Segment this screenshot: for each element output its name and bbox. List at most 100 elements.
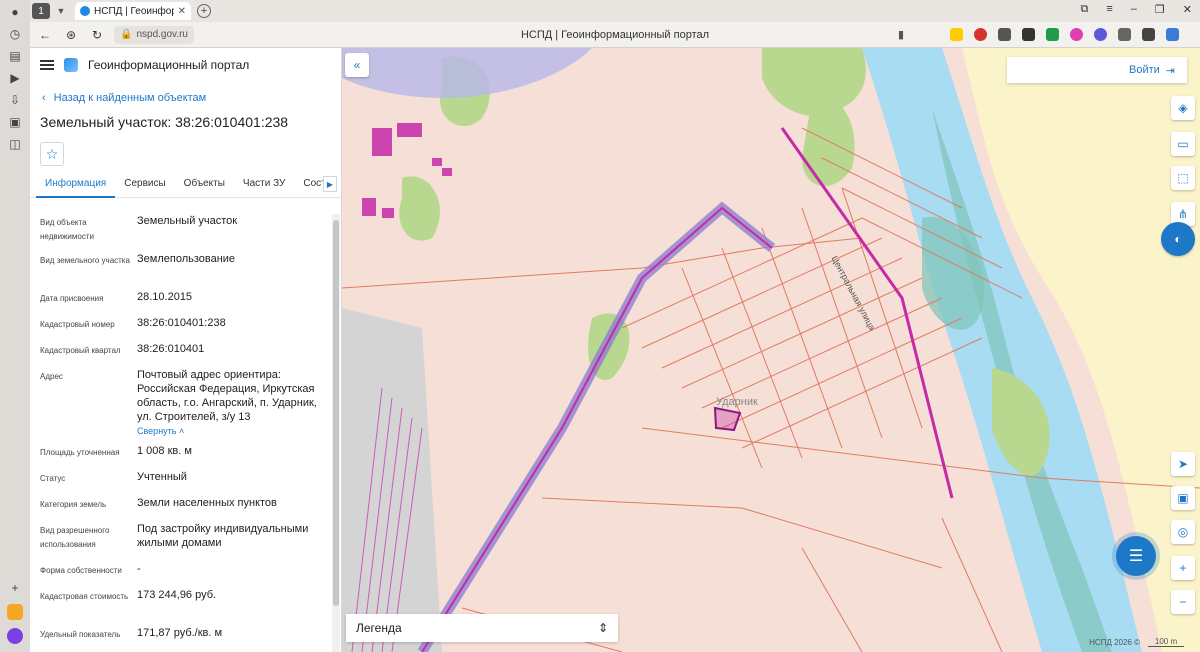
menu-icon[interactable] [40,60,54,70]
collapse-link[interactable]: Свернуть ˄ [137,426,326,436]
tab-actions-icon[interactable]: ⧉ [1081,3,1089,16]
navigation-icon: ➤ [1177,457,1189,471]
property-row: Площадь уточненная 1 008 кв. м [40,445,192,457]
zoom-in-button[interactable]: + [1171,556,1195,580]
video-icon[interactable]: ▶ [7,70,23,86]
property-row: Адрес Почтовый адрес ориентира: Российск… [40,368,326,436]
extension-icon[interactable] [1070,28,1083,41]
tabs-scroll-right-button[interactable]: ▶ [323,176,337,192]
back-to-results-link[interactable]: ‹ Назад к найденным объектам [42,92,341,104]
login-icon: ⇥ [1165,64,1175,77]
legend-label: Легенда [356,621,402,635]
new-tab-button[interactable]: + [197,4,211,18]
assistant-app-icon[interactable] [7,628,23,644]
map-canvas[interactable]: « Войти ⇥ ◈ ▭ ⬚ ⋔ ◐ ➤ ▣ ◎ + − ☰ Ударник … [342,48,1200,652]
close-icon[interactable]: ✕ [178,6,186,17]
layers-icon: ◈ [1178,101,1188,115]
properties-list: Вид объекта недвижимости Земельный участо… [40,214,326,652]
extension-icon[interactable] [1094,28,1107,41]
screen-icon: ▣ [1177,491,1189,505]
extension-icon[interactable] [1118,28,1131,41]
collections-icon[interactable]: ▤ [7,48,23,64]
property-row: Дата присвоения 28.10.2015 [40,291,193,303]
star-icon: ☆ [45,145,59,162]
close-window-icon[interactable]: ✕ [1183,3,1192,16]
extension-icon[interactable] [998,28,1011,41]
panel-tabs: Информация Сервисы Объекты Части ЗУ Сост… [30,176,341,198]
chevron-left-icon: ‹ [42,92,46,104]
tab-services[interactable]: Сервисы [115,176,174,198]
copyright: НСПД 2026 © [1089,638,1140,647]
extension-icon[interactable] [1142,28,1155,41]
ruler-icon: ▭ [1177,137,1189,151]
support-chat-button[interactable]: ☰ [1116,536,1156,576]
extension-icon[interactable] [1046,28,1059,41]
bookmark-icon[interactable]: ▮ [898,28,904,41]
add-icon[interactable]: + [7,580,23,596]
tab-strip: 1 ▼ НСПД | Геоинформаци ✕ + ⧉ ≡ – ❐ ✕ [30,0,1200,22]
downloads-icon[interactable]: ⇩ [7,92,23,108]
media-icon[interactable]: ◫ [7,136,23,152]
share-icon: ⋔ [1177,207,1189,221]
collapse-panel-button[interactable]: « [345,53,369,77]
tab-info[interactable]: Информация [36,176,116,198]
zoom-out-button[interactable]: − [1171,590,1195,614]
menu-icon[interactable]: ≡ [1106,3,1112,16]
property-row: Кадастровая стоимость 173 244,96 руб. [40,589,217,601]
map-layers [342,48,1200,652]
target-icon: ◎ [1177,525,1189,539]
reload-icon[interactable]: ↻ [86,28,108,42]
locate-button[interactable]: ➤ [1171,452,1195,476]
tab-objects[interactable]: Объекты [175,176,234,198]
property-row: Форма собственности - [40,563,141,575]
login-button[interactable]: Войти ⇥ [1007,57,1187,83]
history-icon[interactable]: ◷ [7,26,23,42]
place-label: Ударник [716,396,758,408]
extension-icon[interactable] [1022,28,1035,41]
mail-app-icon[interactable] [7,604,23,620]
portal-logo [64,58,78,72]
screenshot-icon[interactable]: ▣ [7,114,23,130]
url-field[interactable]: 🔒 nspd.gov.ru [114,25,194,44]
object-panel: Геоинформационный портал ‹ Назад к найде… [30,48,342,652]
back-icon[interactable]: ← [34,28,56,42]
favorite-button[interactable]: ☆ [40,142,64,166]
object-title: Земельный участок: 38:26:010401:238 [40,114,289,130]
property-row: Категория земель Земли населенных пунктов [40,497,277,509]
property-row: Вид объекта недвижимости Земельный участо… [40,215,238,241]
portal-name: Геоинформационный портал [88,58,250,72]
browser-tab[interactable]: НСПД | Геоинформаци ✕ [75,2,191,20]
plus-icon: + [1179,561,1187,575]
favicon-icon [80,6,90,16]
chevron-down-icon[interactable]: ▼ [53,6,69,16]
scroll-thumb[interactable] [333,220,339,606]
tab-counter[interactable]: 1 [32,3,50,19]
protect-icon[interactable]: ⊛ [60,28,82,42]
select-area-button[interactable]: ⬚ [1171,166,1195,190]
downloads-icon[interactable] [1166,28,1179,41]
chevrons-left-icon: « [353,58,361,72]
tab-title: НСПД | Геоинформаци [94,5,174,17]
property-row: Удельный показатель 171,87 руб./кв. м [40,627,223,639]
back-link-label: Назад к найденным объектам [53,92,207,104]
layers-button[interactable]: ◈ [1171,96,1195,120]
extension-icon[interactable] [974,28,987,41]
assistant-button[interactable]: ◐ [1161,222,1195,256]
maximize-icon[interactable]: ❐ [1155,3,1165,16]
extension-icon[interactable] [950,28,963,41]
panel-scrollbar[interactable] [332,214,340,652]
property-row: Статус Учтенный [40,471,187,483]
measure-button[interactable]: ▭ [1171,132,1195,156]
lock-icon: 🔒 [120,29,133,40]
print-button[interactable]: ▣ [1171,486,1195,510]
geolocation-button[interactable]: ◎ [1171,520,1195,544]
property-row: Вид земельного участка Землепользование [40,253,236,265]
url-text: nspd.gov.ru [136,29,188,40]
legend-dropdown[interactable]: Легенда ⇕ [346,614,618,642]
select-area-icon: ⬚ [1177,171,1189,185]
chevron-updown-icon: ⇕ [597,621,608,635]
profile-icon[interactable]: ● [7,4,23,20]
address-bar: ← ⊛ ↻ 🔒 nspd.gov.ru НСПД | Геоинформацио… [30,22,1200,48]
tab-parts[interactable]: Части ЗУ [234,176,294,198]
minimize-icon[interactable]: – [1131,3,1137,16]
